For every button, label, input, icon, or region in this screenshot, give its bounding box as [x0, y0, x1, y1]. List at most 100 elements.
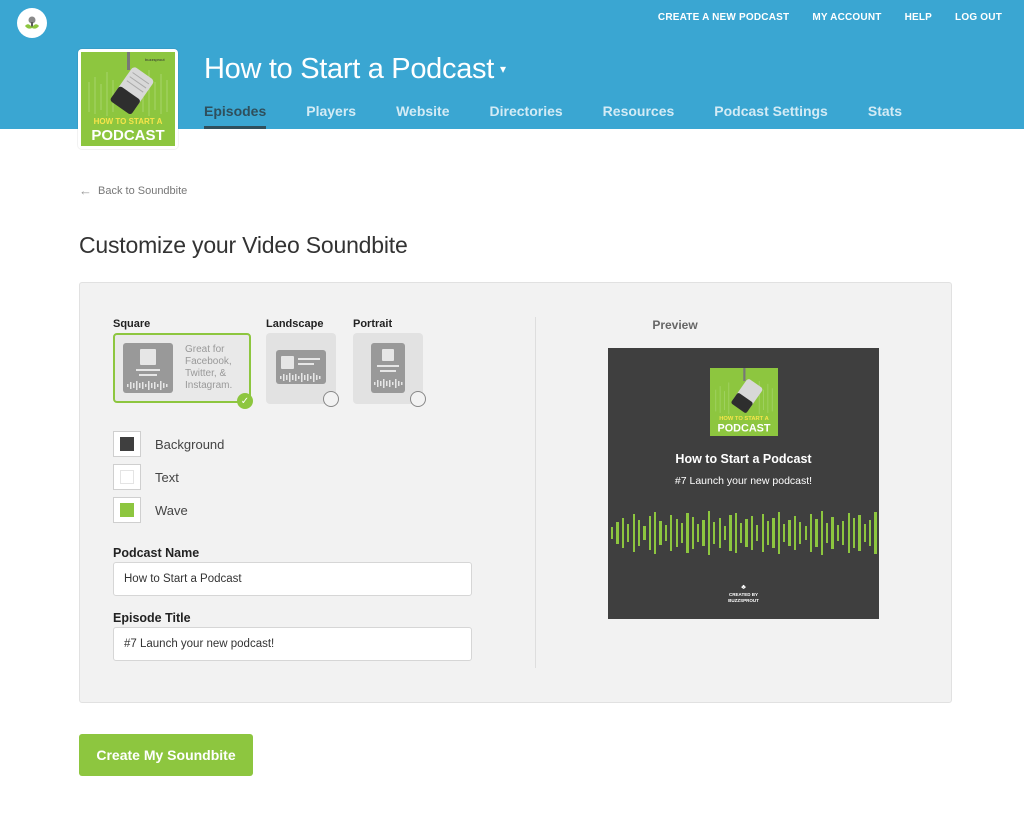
podcast-title: How to Start a Podcast [204, 53, 494, 85]
preview-podcast-title: How to Start a Podcast [675, 452, 812, 466]
wave-bar [858, 515, 861, 551]
background-color-swatch[interactable] [113, 431, 141, 457]
landscape-layout-icon [276, 350, 326, 384]
square-radio-checked[interactable]: ✓ [237, 393, 253, 409]
format-label-square: Square [113, 318, 151, 330]
wave-bar [729, 515, 732, 551]
preview-label: Preview [652, 318, 698, 332]
svg-text:PODCAST: PODCAST [91, 127, 164, 144]
wave-bar [820, 511, 823, 555]
landscape-radio[interactable] [323, 391, 339, 407]
preview-episode-title: #7 Launch your new podcast! [674, 475, 813, 487]
format-label-portrait: Portrait [353, 318, 393, 330]
app-header: CREATE A NEW PODCAST MY ACCOUNT HELP LOG… [0, 0, 1024, 149]
wave-bar [793, 516, 797, 550]
wave-bar [815, 519, 818, 547]
wave-bar [734, 513, 737, 553]
wave-bar [621, 518, 625, 548]
wave-bar [836, 525, 840, 541]
episode-title-input[interactable] [113, 627, 472, 661]
wave-bar [831, 517, 834, 549]
wave-bar [809, 514, 813, 552]
tab-episodes[interactable]: Episodes [204, 103, 267, 129]
wave-color-row: Wave [113, 497, 188, 523]
tab-players[interactable]: Players [306, 103, 356, 129]
page-title: Customize your Video Soundbite [79, 232, 408, 258]
create-my-soundbite-button[interactable]: Create My Soundbite [79, 734, 253, 776]
podcast-tabs: Episodes Players Website Directories Res… [204, 103, 942, 129]
wave-bar [842, 521, 845, 545]
wave-bar [713, 522, 716, 544]
svg-text:HOW TO START A: HOW TO START A [719, 416, 769, 422]
text-color-row: Text [113, 464, 179, 490]
wave-bar [740, 523, 743, 543]
wave-bar [863, 524, 866, 542]
wave-bar [654, 512, 657, 554]
podcast-name-label: Podcast Name [113, 546, 200, 560]
format-option-portrait[interactable] [353, 333, 426, 407]
svg-text:HOW TO START A: HOW TO START A [94, 117, 163, 126]
top-nav: CREATE A NEW PODCAST MY ACCOUNT HELP LOG… [658, 12, 1002, 24]
wave-bar [852, 518, 856, 548]
wave-color-swatch[interactable] [113, 497, 141, 523]
wave-bar [670, 515, 673, 551]
podcast-title-dropdown[interactable]: How to Start a Podcast ▾ [204, 51, 506, 87]
wave-bar [648, 516, 651, 550]
text-color-swatch[interactable] [113, 464, 141, 490]
wave-bar [788, 520, 791, 546]
wave-bar [756, 525, 759, 541]
background-color-row: Background [113, 431, 224, 457]
help-link[interactable]: HELP [905, 12, 932, 24]
wave-bar [745, 519, 748, 547]
tab-podcast-settings[interactable]: Podcast Settings [714, 103, 828, 129]
wave-bar [627, 524, 630, 542]
wave-color-label: Wave [155, 502, 188, 518]
podcast-name-input[interactable] [113, 562, 472, 596]
wave-bar [723, 526, 727, 540]
soundbite-preview: HOW TO START A PODCAST How to Start a Po… [608, 348, 879, 619]
wave-bar [691, 517, 694, 549]
wave-bar [799, 522, 802, 544]
background-color-label: Background [155, 436, 225, 452]
my-account-link[interactable]: MY ACCOUNT [812, 12, 881, 24]
text-color-label: Text [155, 469, 179, 485]
wave-bar [826, 523, 829, 543]
preview-waveform [611, 508, 877, 558]
wave-bar [637, 520, 641, 546]
episode-title-label: Episode Title [113, 611, 191, 625]
tab-resources[interactable]: Resources [603, 103, 675, 129]
customize-panel: Square Great for Facebook, Twitter, & In… [79, 282, 952, 703]
wave-bar [659, 521, 662, 545]
wave-bar [664, 525, 668, 541]
buzzsprout-logo[interactable] [17, 8, 47, 38]
wave-bar [750, 516, 754, 550]
wave-bar [686, 513, 689, 553]
wave-bar [707, 511, 711, 555]
portrait-layout-icon [371, 343, 405, 393]
wave-bar [616, 522, 619, 544]
wave-bar [611, 527, 614, 539]
chevron-down-icon: ▾ [500, 62, 506, 76]
square-format-description: Great for Facebook, Twitter, & Instagram… [185, 344, 233, 391]
log-out-link[interactable]: LOG OUT [955, 12, 1002, 24]
tab-website[interactable]: Website [396, 103, 449, 129]
format-option-square[interactable]: Great for Facebook, Twitter, & Instagram… [113, 333, 253, 409]
format-option-landscape[interactable] [266, 333, 339, 407]
wave-bar [702, 520, 705, 546]
back-link-label: Back to Soundbite [98, 184, 188, 197]
preview-artwork: HOW TO START A PODCAST [710, 368, 778, 436]
wave-bar [718, 518, 721, 548]
tab-stats[interactable]: Stats [868, 103, 902, 129]
wave-bar [772, 518, 775, 548]
wave-bar [680, 523, 684, 543]
wave-bar [847, 513, 850, 553]
wave-bar [874, 512, 877, 554]
back-to-soundbite-link[interactable]: ← Back to Soundbite [79, 183, 187, 198]
portrait-radio[interactable] [410, 391, 426, 407]
tab-directories[interactable]: Directories [490, 103, 563, 129]
create-new-podcast-link[interactable]: CREATE A NEW PODCAST [658, 12, 789, 24]
podcast-artwork[interactable]: buzzsprout HOW TO START A PODCAST [78, 49, 178, 149]
wave-bar [675, 519, 678, 547]
svg-text:buzzsprout: buzzsprout [145, 57, 165, 62]
format-label-landscape: Landscape [266, 318, 324, 330]
